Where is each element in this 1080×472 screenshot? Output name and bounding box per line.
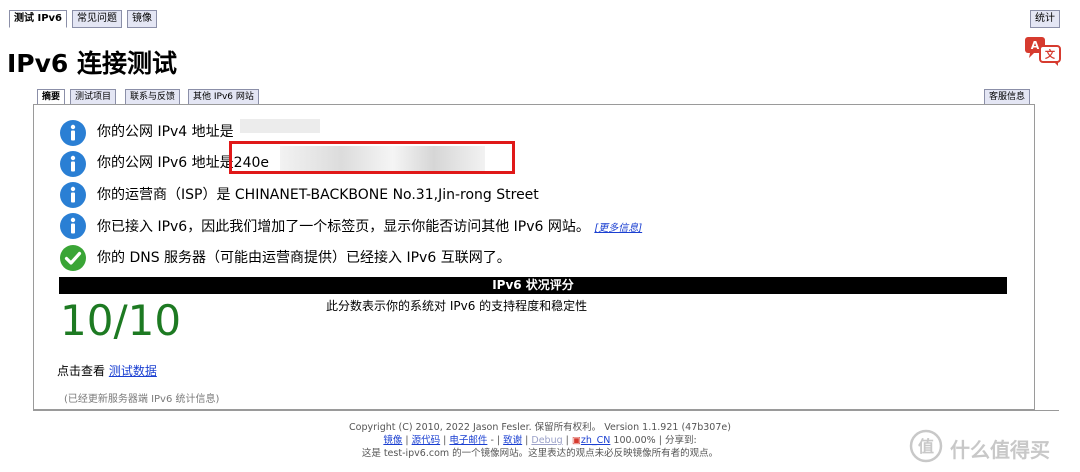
page-title: IPv6 连接测试	[7, 49, 178, 78]
ipv6-tab-label: 你已接入 IPv6，因此我们增加了一个标签页，显示你能否访问其他 IPv6 网站…	[97, 219, 590, 235]
info-icon	[60, 182, 86, 208]
stats-note: (已经更新服务器端 IPv6 统计信息)	[64, 394, 220, 405]
ipv6-tab-text: 你已接入 IPv6，因此我们增加了一个标签页，显示你能否访问其他 IPv6 网站…	[97, 216, 642, 236]
info-icon	[60, 151, 86, 177]
tab-test-ipv6[interactable]: 测试 IPv6	[9, 10, 68, 28]
score-description: 此分数表示你的系统对 IPv6 的支持程度和稳定性	[326, 299, 588, 313]
watermark: 值 什么值得买	[908, 428, 1078, 464]
footer-divider	[33, 410, 1059, 411]
dns-text: 你的 DNS 服务器（可能由运营商提供）已经接入 IPv6 互联网了。	[97, 250, 511, 266]
info-icon	[60, 120, 86, 146]
view-data-prefix: 点击查看	[57, 364, 106, 378]
subtab-other-sites[interactable]: 其他 IPv6 网站	[188, 89, 259, 105]
watermark-logo-icon: 值	[909, 429, 943, 463]
test-data-link[interactable]: 测试数据	[109, 364, 157, 378]
tab-mirrors[interactable]: 镜像	[127, 10, 157, 28]
translate-icon[interactable]: A 文	[1024, 36, 1062, 66]
subtab-summary[interactable]: 摘要	[37, 89, 66, 105]
isp-text: 你的运营商（ISP）是 CHINANET-BACKBONE No.31,Jin-…	[97, 187, 539, 203]
highlight-box	[229, 141, 515, 174]
subtab-contact[interactable]: 联系与反馈	[125, 89, 181, 105]
watermark-text: 什么值得买	[950, 438, 1050, 462]
redacted-ipv4	[240, 119, 320, 133]
view-data-line: 点击查看 测试数据	[57, 362, 157, 379]
check-icon	[60, 245, 86, 271]
tab-faq[interactable]: 常见问题	[72, 10, 122, 28]
score-header: IPv6 状况评分	[59, 277, 1007, 294]
ipv6-label: 你的公网 IPv6 地址是	[97, 155, 234, 171]
ipv4-text: 你的公网 IPv4 地址是	[97, 124, 234, 140]
subtab-tests[interactable]: 测试项目	[70, 89, 117, 105]
svg-text:值: 值	[918, 437, 934, 456]
score-value: 10/10	[60, 296, 182, 345]
more-info-link[interactable]: [更多信息]	[594, 223, 642, 234]
subtab-client-info[interactable]: 客服信息	[984, 89, 1031, 105]
tab-stats[interactable]: 统计	[1030, 10, 1060, 28]
svg-text:A: A	[1031, 39, 1040, 52]
info-icon	[60, 213, 86, 239]
svg-text:文: 文	[1045, 48, 1056, 61]
